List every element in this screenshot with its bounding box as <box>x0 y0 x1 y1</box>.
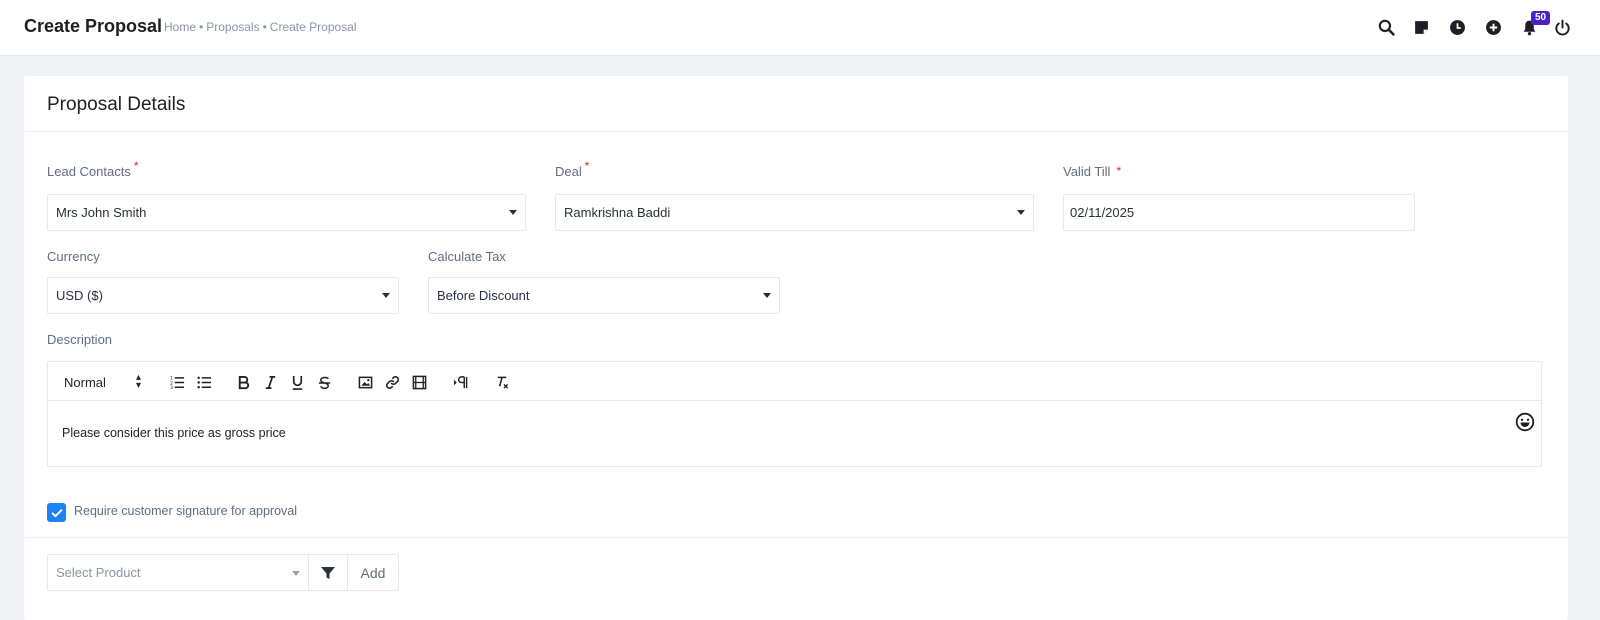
ordered-list-icon[interactable]: 123 <box>168 372 186 392</box>
check-icon <box>51 508 62 517</box>
breadcrumb-current: Create Proposal <box>269 20 357 34</box>
bold-icon[interactable] <box>235 372 251 392</box>
emoji-icon[interactable] <box>1515 412 1535 432</box>
add-product-button[interactable]: Add <box>347 554 399 591</box>
link-icon[interactable] <box>384 372 400 392</box>
currency-value: USD ($) <box>56 288 103 303</box>
filter-button[interactable] <box>308 554 348 591</box>
required-asterisk: * <box>1116 164 1122 178</box>
valid-till-value: 02/11/2025 <box>1070 205 1135 220</box>
valid-till-label-text: Valid Till <box>1063 164 1111 179</box>
card-title: Proposal Details <box>47 94 186 115</box>
calculate-tax-value: Before Discount <box>437 288 530 303</box>
chevron-down-icon <box>509 210 517 215</box>
signature-checkbox-label[interactable]: Require customer signature for approval <box>74 504 297 518</box>
select-product-dropdown[interactable]: Select Product <box>47 554 309 591</box>
power-icon[interactable] <box>1552 16 1572 38</box>
valid-till-label: Valid Till * <box>1063 164 1121 179</box>
breadcrumb-home[interactable]: Home <box>164 20 196 34</box>
deal-value: Ramkrishna Baddi <box>564 205 671 220</box>
required-asterisk: * <box>584 159 590 173</box>
italic-icon[interactable] <box>262 372 278 392</box>
divider <box>24 537 1568 538</box>
chevron-down-icon <box>292 571 300 576</box>
underline-icon[interactable] <box>289 372 305 392</box>
proposal-details-card: Proposal Details Lead Contacts * Mrs John… <box>24 76 1568 620</box>
chevron-down-icon <box>763 293 771 298</box>
editor-toolbar: Normal ▴ ▾ 123 <box>48 362 1541 401</box>
video-icon[interactable] <box>411 372 427 392</box>
rtl-direction-icon[interactable] <box>451 372 469 392</box>
valid-till-date-input[interactable]: 02/11/2025 <box>1063 194 1415 231</box>
deal-label: Deal * <box>555 159 589 179</box>
sticky-note-icon[interactable] <box>1411 16 1431 38</box>
filter-icon <box>321 566 335 579</box>
clock-icon[interactable] <box>1447 16 1467 38</box>
strikethrough-icon[interactable] <box>316 372 332 392</box>
currency-label: Currency <box>47 249 100 264</box>
calculate-tax-select[interactable]: Before Discount <box>428 277 780 314</box>
editor-content[interactable]: Please consider this price as gross pric… <box>62 426 286 440</box>
search-icon[interactable] <box>1376 16 1396 38</box>
breadcrumb: Home • Proposals • Create Proposal <box>164 20 357 34</box>
lead-contacts-select[interactable]: Mrs John Smith <box>47 194 526 231</box>
divider <box>24 131 1568 132</box>
signature-checkbox[interactable] <box>47 503 66 522</box>
bell-icon[interactable]: 50 <box>1519 11 1551 38</box>
calculate-tax-label: Calculate Tax <box>428 249 506 264</box>
plus-circle-icon[interactable] <box>1483 16 1503 38</box>
breadcrumb-separator: • <box>199 20 204 34</box>
select-product-placeholder: Select Product <box>56 565 141 580</box>
lead-contacts-value: Mrs John Smith <box>56 205 147 220</box>
required-asterisk: * <box>133 159 139 173</box>
description-editor: Normal ▴ ▾ 123 Please consider this pric… <box>47 361 1542 467</box>
lead-contacts-label: Lead Contacts * <box>47 159 139 179</box>
deal-select[interactable]: Ramkrishna Baddi <box>555 194 1034 231</box>
description-label: Description <box>47 332 113 347</box>
notification-badge: 50 <box>1531 11 1551 25</box>
page-title: Create Proposal <box>24 16 163 36</box>
currency-select[interactable]: USD ($) <box>47 277 399 314</box>
svg-text:3: 3 <box>170 385 173 390</box>
sort-arrows-icon: ▴ ▾ <box>136 372 142 391</box>
clear-format-icon[interactable] <box>493 372 511 392</box>
format-value: Normal <box>64 374 106 390</box>
deal-label-text: Deal <box>555 164 582 179</box>
bullet-list-icon[interactable] <box>195 372 213 392</box>
chevron-down-icon <box>382 293 390 298</box>
format-select[interactable]: Normal ▴ ▾ <box>64 372 148 392</box>
breadcrumb-separator: • <box>262 20 267 34</box>
lead-contacts-label-text: Lead Contacts <box>47 164 131 179</box>
breadcrumb-proposals[interactable]: Proposals <box>206 20 259 34</box>
chevron-down-icon <box>1017 210 1025 215</box>
image-icon[interactable] <box>357 372 373 392</box>
top-bar: Create Proposal Home • Proposals • Create Pr… <box>0 0 1600 56</box>
